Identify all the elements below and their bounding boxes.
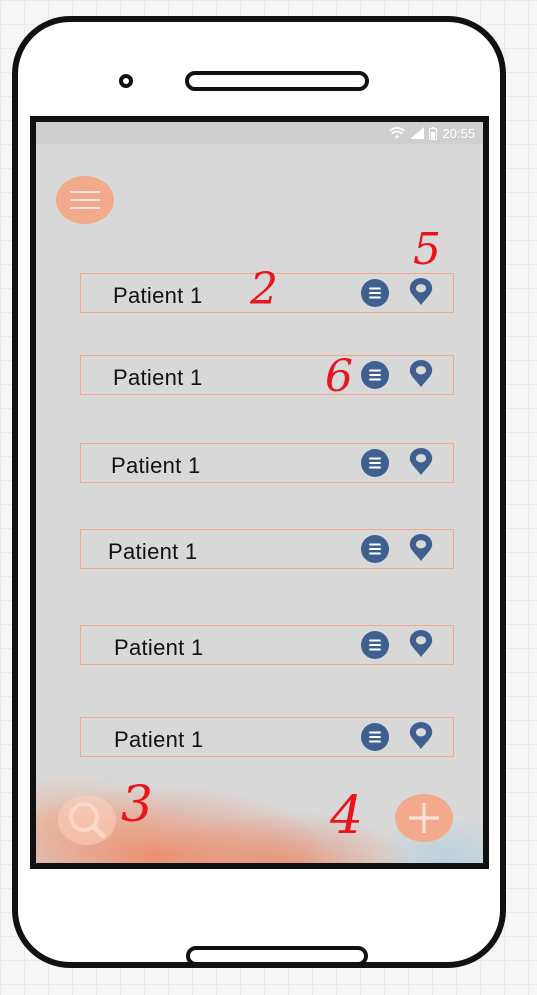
plus-icon [409,803,439,833]
search-icon [69,802,106,839]
patient-name: Patient 1 [113,365,203,390]
map-pin-icon[interactable] [407,722,435,750]
annotation-5: 5 [413,224,441,275]
speaker [185,71,369,91]
patient-row[interactable]: Patient 1 [80,625,454,665]
patient-row[interactable]: Patient 1 [80,529,454,569]
battery-icon [429,126,438,140]
camera [119,74,133,88]
list-icon[interactable] [361,631,389,659]
annotation-3: 3 [121,775,153,833]
list-icon[interactable] [361,449,389,477]
signal-icon [410,127,425,139]
map-pin-icon[interactable] [407,448,435,476]
patient-name: Patient 1 [114,635,204,660]
add-patient-button[interactable] [395,794,453,842]
map-pin-icon[interactable] [407,278,435,306]
hamburger-icon [70,207,100,209]
list-icon[interactable] [361,723,389,751]
hamburger-icon [70,191,100,193]
patient-name: Patient 1 [108,539,198,564]
patient-row[interactable]: Patient 1 [80,717,454,757]
list-icon[interactable] [361,535,389,563]
map-pin-icon[interactable] [407,630,435,658]
patient-name: Patient 1 [114,727,204,752]
map-pin-icon[interactable] [407,360,435,388]
annotation-6: 6 [325,351,353,402]
hamburger-icon [70,199,100,201]
menu-button[interactable] [56,176,114,224]
list-icon[interactable] [361,361,389,389]
status-bar: 20:55 [36,122,483,144]
patient-name: Patient 1 [113,283,203,308]
patient-name: Patient 1 [111,453,201,478]
patient-row[interactable]: Patient 1 [80,355,454,395]
patient-row[interactable]: Patient 1 [80,443,454,483]
status-time: 20:55 [442,125,475,141]
map-pin-icon[interactable] [407,534,435,562]
wifi-icon [389,126,406,139]
search-button[interactable] [58,795,116,845]
list-icon[interactable] [361,279,389,307]
annotation-4: 4 [330,786,364,846]
annotation-2: 2 [250,264,278,315]
home-button[interactable] [186,946,368,966]
